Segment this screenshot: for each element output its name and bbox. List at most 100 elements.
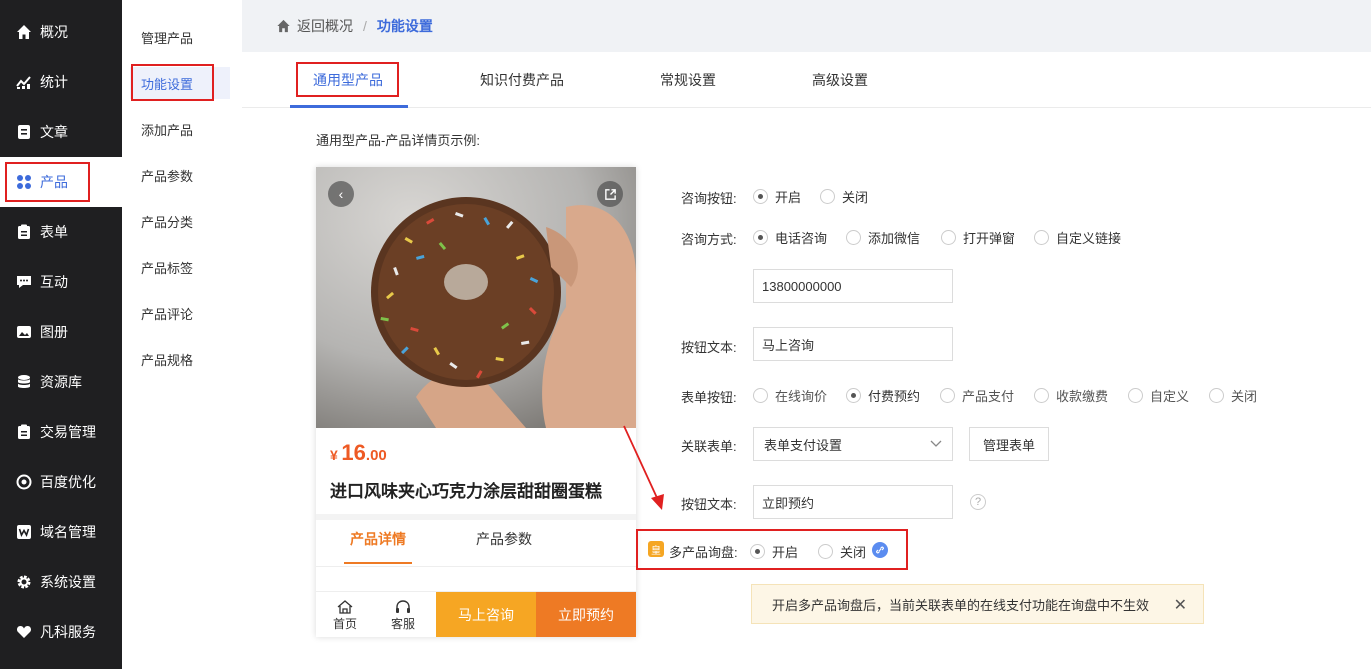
form-button-custom-radio[interactable]: 自定义 [1128,386,1189,405]
sidebar-item-label: 交易管理 [40,424,96,440]
sidebar-item-forms[interactable]: 表单 [0,207,122,257]
radio-dot [940,388,955,403]
book-now-button[interactable]: 立即预约 [536,592,636,637]
divider [316,566,636,567]
form-button-collection-radio[interactable]: 收款缴费 [1034,386,1108,405]
manage-form-button[interactable]: 管理表单 [969,427,1049,461]
radio-label: 收款缴费 [1056,389,1109,404]
sidebar-item-system-settings[interactable]: 系统设置 [0,557,122,607]
linked-form-select[interactable]: 表单支付设置 [753,427,953,461]
tab-knowledge-product[interactable]: 知识付费产品 [472,52,572,108]
product-subnav: 管理产品 功能设置 添加产品 产品参数 产品分类 产品标签 产品评论 产品规格 [122,0,242,669]
radio-dot [753,189,768,204]
radio-label: 添加微信 [868,231,921,246]
subnav-item-params[interactable]: 产品参数 [130,159,230,191]
subnav-item-function-settings[interactable]: 功能设置 [130,67,230,99]
headset-icon [396,599,410,613]
consult-method-popup-radio[interactable]: 打开弹窗 [941,228,1015,247]
consult-method-custom-link-radio[interactable]: 自定义链接 [1034,228,1121,247]
sidebar-item-domains[interactable]: 域名管理 [0,507,122,557]
share-icon[interactable] [597,181,623,207]
sidebar-item-interaction[interactable]: 互动 [0,257,122,307]
main-panel: 通用型产品 知识付费产品 常规设置 高级设置 通用型产品-产品详情页示例: ‹ … [242,52,1371,669]
sidebar-item-label: 统计 [40,74,68,90]
radio-dot [820,189,835,204]
back-to-overview-link[interactable]: 返回概况 [276,16,353,36]
consult-button-off-radio[interactable]: 关闭 [820,187,868,206]
breadcrumb: 返回概况 / 功能设置 [242,0,1371,52]
phone-number-input[interactable] [753,269,953,303]
sidebar-item-label: 互动 [40,274,68,290]
product-price: ¥ 16.00 [330,440,387,466]
subnav-item-manage[interactable]: 管理产品 [130,21,230,53]
form-button-paid-booking-radio[interactable]: 付费预约 [846,386,920,405]
radio-dot [1128,388,1143,403]
sidebar-item-baidu-seo[interactable]: 百度优化 [0,457,122,507]
consult-method-label: 咨询方式: [681,232,737,247]
booking-button-text-input[interactable] [753,485,953,519]
button-text-label: 按钮文本: [681,340,737,355]
radio-label: 自定义 [1150,389,1190,404]
sidebar-item-resources[interactable]: 资源库 [0,357,122,407]
tab-regular-settings[interactable]: 常规设置 [648,52,728,108]
radio-dot [941,230,956,245]
radio-label: 开启 [775,190,802,205]
sidebar-item-transactions[interactable]: 交易管理 [0,407,122,457]
radio-label: 电话咨询 [775,231,828,246]
subnav-item-comments[interactable]: 产品评论 [130,297,230,329]
product-detail-preview: ‹ ¥ 16.00 进口风味夹心巧克力涂层甜甜圈蛋糕 产品详情 产品参数 首页 … [316,167,636,637]
sidebar-item-label: 表单 [40,224,68,240]
form-button-close-radio[interactable]: 关闭 [1209,386,1257,405]
notice-text: 开启多产品询盘后，当前关联表单的在线支付功能在询盘中不生效 [772,597,1150,613]
donut-photo [316,167,636,428]
link-icon[interactable] [872,542,888,558]
subnav-item-tags[interactable]: 产品标签 [130,251,230,283]
sidebar-item-label: 图册 [40,324,68,340]
database-icon [16,374,32,390]
form-button-product-pay-radio[interactable]: 产品支付 [940,386,1014,405]
subnav-item-specs[interactable]: 产品规格 [130,343,230,375]
tab-product-detail[interactable]: 产品详情 [350,529,406,549]
annotation-arrow [623,425,664,510]
sidebar-item-label: 百度优化 [40,474,96,490]
radio-label: 关闭 [840,545,867,560]
form-button-inquiry-radio[interactable]: 在线询价 [753,386,827,405]
bottom-service-button[interactable]: 客服 [374,592,432,637]
radio-dot [846,388,861,403]
sidebar-item-products[interactable]: 产品 [0,157,122,207]
consult-method-wechat-radio[interactable]: 添加微信 [846,228,920,247]
home-icon [277,19,290,33]
multi-inquiry-off-radio[interactable]: 关闭 [818,542,866,561]
sidebar-item-stats[interactable]: 统计 [0,57,122,107]
consult-button-text-input[interactable] [753,327,953,361]
sidebar-item-label: 凡科服务 [40,624,96,640]
tab-product-params[interactable]: 产品参数 [476,529,532,549]
radio-dot [1034,230,1049,245]
radio-label: 付费预约 [868,389,921,404]
consult-button-label: 咨询按钮: [681,191,737,206]
sidebar-item-label: 系统设置 [40,574,96,590]
sidebar-item-articles[interactable]: 文章 [0,107,122,157]
sidebar-item-services[interactable]: 凡科服务 [0,607,122,657]
breadcrumb-current: 功能设置 [376,18,433,34]
sidebar-item-overview[interactable]: 概况 [0,7,122,57]
settings-tabs: 通用型产品 知识付费产品 常规设置 高级设置 [242,52,1371,108]
consult-button-on-radio[interactable]: 开启 [753,187,801,206]
multi-inquiry-on-radio[interactable]: 开启 [750,542,798,561]
help-icon[interactable]: ? [970,494,986,510]
subnav-item-categories[interactable]: 产品分类 [130,205,230,237]
consult-now-button[interactable]: 马上咨询 [436,592,536,637]
tab-general-product[interactable]: 通用型产品 [298,52,398,108]
close-icon[interactable]: ✕ [1174,595,1187,615]
main-sidebar: 概况 统计 文章 产品 表单 互动 图册 资源库 交易管理 百度优化 域名管理 [0,0,122,669]
back-arrow-icon[interactable]: ‹ [328,181,354,207]
subnav-item-add[interactable]: 添加产品 [130,113,230,145]
tab-advanced-settings[interactable]: 高级设置 [800,52,880,108]
sidebar-item-gallery[interactable]: 图册 [0,307,122,357]
price-integer: 16 [341,440,366,465]
sidebar-item-label: 域名管理 [40,524,96,540]
bottom-home-button[interactable]: 首页 [316,592,374,637]
consult-method-phone-radio[interactable]: 电话咨询 [753,228,827,247]
sidebar-item-label: 资源库 [40,374,82,390]
target-icon [16,474,32,490]
